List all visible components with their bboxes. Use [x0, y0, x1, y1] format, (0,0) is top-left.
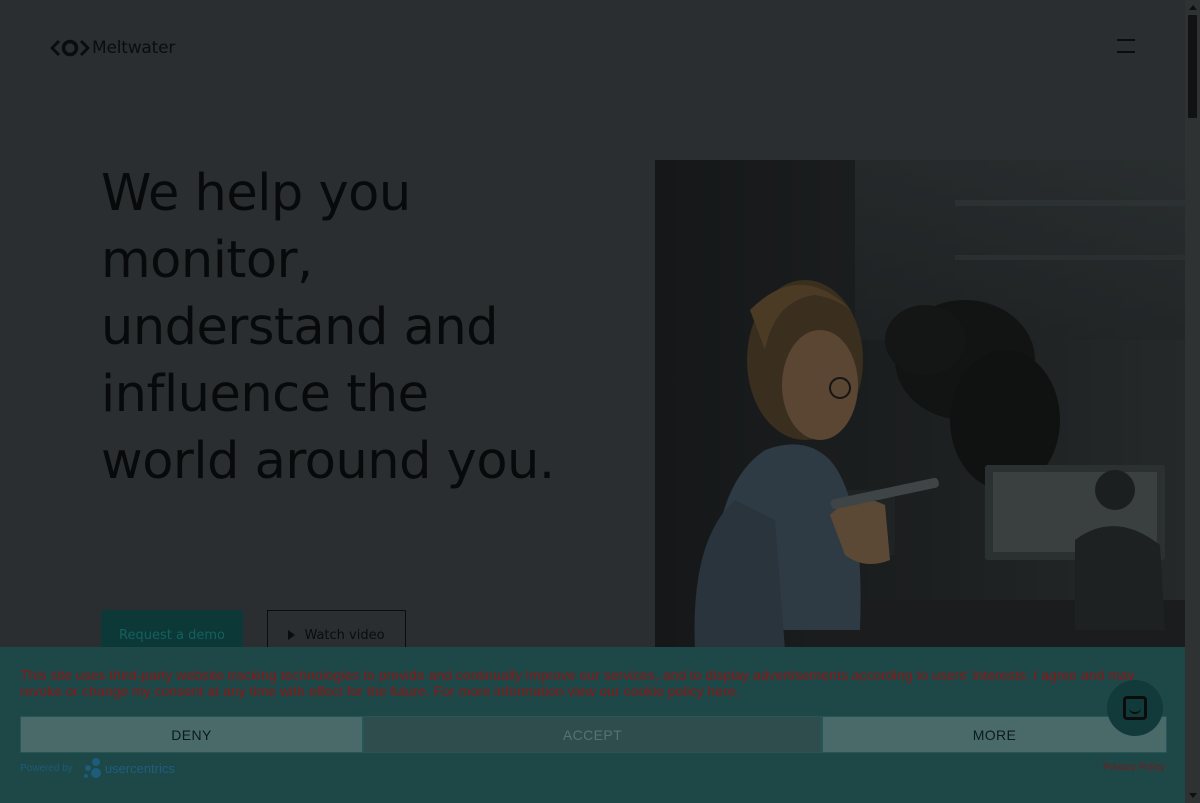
privacy-policy-link[interactable]: Privacy Policy: [1103, 762, 1165, 773]
play-icon: [288, 630, 296, 640]
cookie-consent-banner: This site uses third-party website track…: [0, 647, 1185, 803]
hero-photo: [655, 160, 1185, 650]
usercentrics-name: usercentrics: [104, 760, 175, 776]
hamburger-menu-icon[interactable]: [1114, 36, 1138, 58]
watch-video-label: Watch video: [304, 627, 385, 643]
accept-label: ACCEPT: [562, 726, 623, 743]
usercentrics-logo-icon: [83, 758, 101, 778]
cookie-consent-text: This site uses third-party website track…: [20, 667, 1160, 699]
powered-by-usercentrics[interactable]: Powered by usercentrics: [20, 757, 175, 779]
cookie-policy-link[interactable]: For more information view our cookie pol…: [434, 683, 740, 699]
brand-logo[interactable]: Meltwater: [50, 38, 175, 58]
accept-button[interactable]: ACCEPT: [363, 716, 822, 753]
request-demo-label: Request a demo: [119, 627, 225, 643]
powered-by-label: Powered by: [20, 762, 73, 774]
deny-button[interactable]: DENY: [20, 716, 363, 753]
page-scrollbar[interactable]: [1185, 0, 1200, 803]
chat-icon: [1123, 696, 1147, 720]
chat-launcher-button[interactable]: [1107, 680, 1163, 736]
scroll-up-icon[interactable]: [1189, 5, 1197, 10]
deny-label: DENY: [171, 726, 212, 743]
scrollbar-thumb[interactable]: [1188, 15, 1197, 118]
scroll-down-icon[interactable]: [1189, 793, 1197, 798]
brand-name: Meltwater: [92, 38, 176, 58]
hero-headline: We help you monitor, understand and infl…: [101, 164, 555, 491]
more-label: MORE: [972, 726, 1017, 743]
meltwater-logo-icon: [50, 39, 90, 57]
